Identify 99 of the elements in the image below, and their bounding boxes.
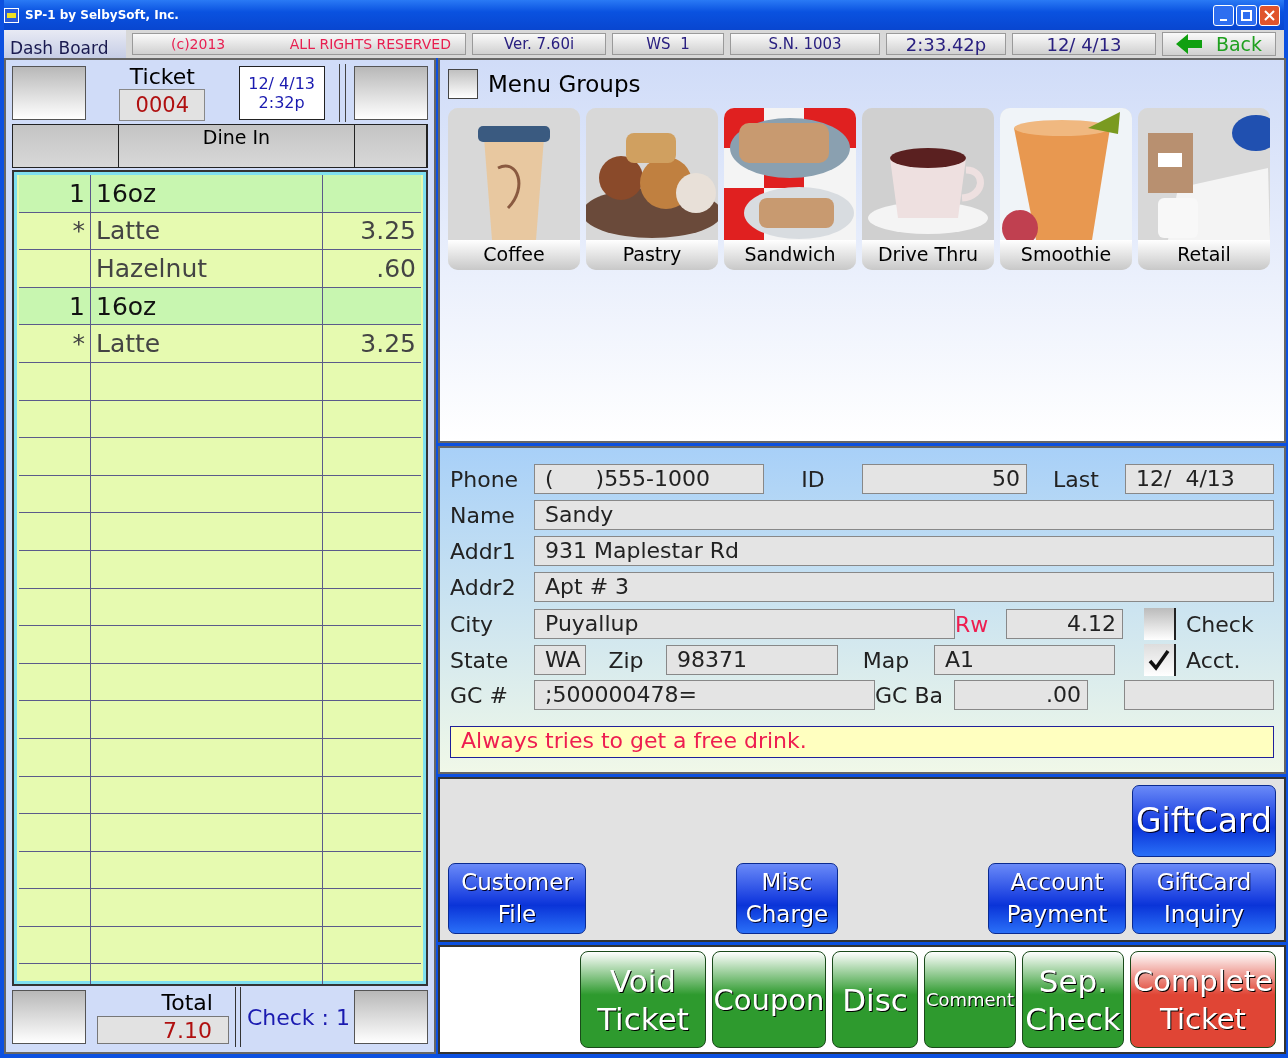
field-label: Acct. [1186,647,1242,673]
close-icon [1264,9,1275,21]
field-label: Addr1 [450,538,517,564]
item-name: Hazelnut [96,254,208,283]
item-row[interactable]: 1 16oz [19,175,421,213]
field-label: Name [450,502,516,528]
minimize-button[interactable] [1213,4,1234,26]
item-row[interactable]: * Latte 3.25 [19,325,421,363]
minimize-icon [1220,18,1227,21]
text-field[interactable]: A1 [934,645,1115,675]
item-quantity: 1 [69,178,85,208]
blank-button[interactable] [354,990,428,1044]
menu-group-tile[interactable]: Smoothie [1000,108,1132,270]
total-label: Total [161,990,213,1016]
item-row[interactable]: * Latte 3.25 [19,212,421,251]
field-label: City [450,611,495,637]
field-label: Last [1052,466,1100,492]
maximize-button[interactable] [1236,4,1257,26]
ticket-date: 12/ 4/13 [248,74,315,93]
text-field[interactable]: ( )555-1000 [534,464,764,494]
field-label: ID [800,466,826,492]
ticket-label: Ticket [129,65,195,89]
text-field[interactable]: 50 [862,464,1027,494]
text-field[interactable] [1124,680,1274,710]
order-type-header: Dine In [119,125,355,167]
close-button[interactable] [1259,4,1280,26]
function-button[interactable]: GiftCard [1132,785,1276,857]
function-button[interactable]: Misc Charge [736,862,838,934]
field-label: Phone [450,466,520,492]
window-title: SP-1 by SelbySoft, Inc. [25,8,180,22]
text-field[interactable]: Puyallup [534,609,955,639]
arrow-icon [1175,34,1202,54]
field-label: GC Ba [875,682,944,708]
action-button[interactable]: Coupon [712,951,826,1048]
text-field[interactable]: Sandy [534,500,1274,530]
date-label: 12/ 4/13 [1012,33,1156,55]
item-name: Latte [96,216,161,246]
dashboard-tab[interactable]: Dash Board [4,30,126,58]
action-button[interactable]: Comment [924,951,1016,1048]
item-name: 16oz [96,291,157,321]
item-row[interactable]: Hazelnut .60 [19,250,421,288]
menu-group-tile[interactable]: Coffee [448,108,580,270]
item-price: 3.25 [360,329,416,359]
maximize-icon [1241,9,1252,21]
function-button[interactable]: GiftCard Inquiry [1132,862,1276,934]
blank-button[interactable] [354,66,428,120]
field-label: Rw [955,611,990,637]
blank-button[interactable] [12,66,86,120]
ticket-number: 0004 [119,89,206,121]
function-button[interactable]: Customer File [448,862,586,934]
workstation-label: WS 1 [612,33,724,55]
item-row[interactable]: 1 16oz [19,287,421,326]
field-label: State [450,647,510,673]
blank-button[interactable] [448,69,478,99]
item-name: 16oz [96,178,157,208]
clock-label: 2:33.42p [886,33,1006,55]
serial-label: S.N. 1003 [730,33,880,55]
checkbox[interactable] [1144,644,1176,676]
customer-note: Always tries to get a free drink. [450,726,1274,758]
version-label: Ver. 7.60i [472,33,606,55]
text-field[interactable]: .00 [954,680,1088,710]
text-field[interactable]: Apt # 3 [534,572,1274,602]
text-field[interactable]: 12/ 4/13 [1125,464,1274,494]
text-field[interactable]: 4.12 [1006,609,1123,639]
ticket-time: 2:32p [258,93,305,112]
menu-group-tile[interactable]: Pastry [586,108,718,270]
menu-groups-title: Menu Groups [488,71,641,97]
blank-button[interactable] [12,990,86,1044]
action-button[interactable]: Disc [832,951,918,1048]
item-price: .60 [376,254,416,283]
divider [338,64,346,122]
field-label: Map [861,647,911,673]
text-field[interactable]: WA [534,645,586,675]
item-price: 3.25 [360,216,416,246]
action-button[interactable]: Sep. Check [1022,951,1124,1048]
item-name: Latte [96,329,161,359]
text-field[interactable]: 931 Maplestar Rd [534,536,1274,566]
copyright-text: (c)2013 [171,36,226,52]
field-label: Zip [607,647,645,673]
checkbox[interactable] [1144,608,1176,640]
modifier-mark: * [72,216,85,246]
action-button[interactable]: Complete Ticket [1130,951,1276,1048]
app-icon [4,7,19,23]
total-value: 7.10 [96,1016,229,1044]
item-quantity: 1 [69,291,85,321]
field-label: GC # [450,682,509,708]
field-label: Check [1186,611,1255,637]
check-number: Check : 1 [246,1004,350,1030]
text-field[interactable]: ;500000478= [534,680,875,710]
function-button[interactable]: Account Payment [988,862,1126,934]
modifier-mark: * [72,329,85,359]
rights-text: ALL RIGHTS RESERVED [289,36,451,52]
checkmark-icon [1148,649,1170,671]
menu-group-tile[interactable]: Sandwich [724,108,856,270]
action-button[interactable]: Void Ticket [580,951,706,1048]
menu-group-tile[interactable]: Drive Thru [862,108,994,270]
field-label: Addr2 [450,574,517,600]
text-field[interactable]: 98371 [666,645,838,675]
menu-group-tile[interactable]: Retail [1138,108,1270,270]
